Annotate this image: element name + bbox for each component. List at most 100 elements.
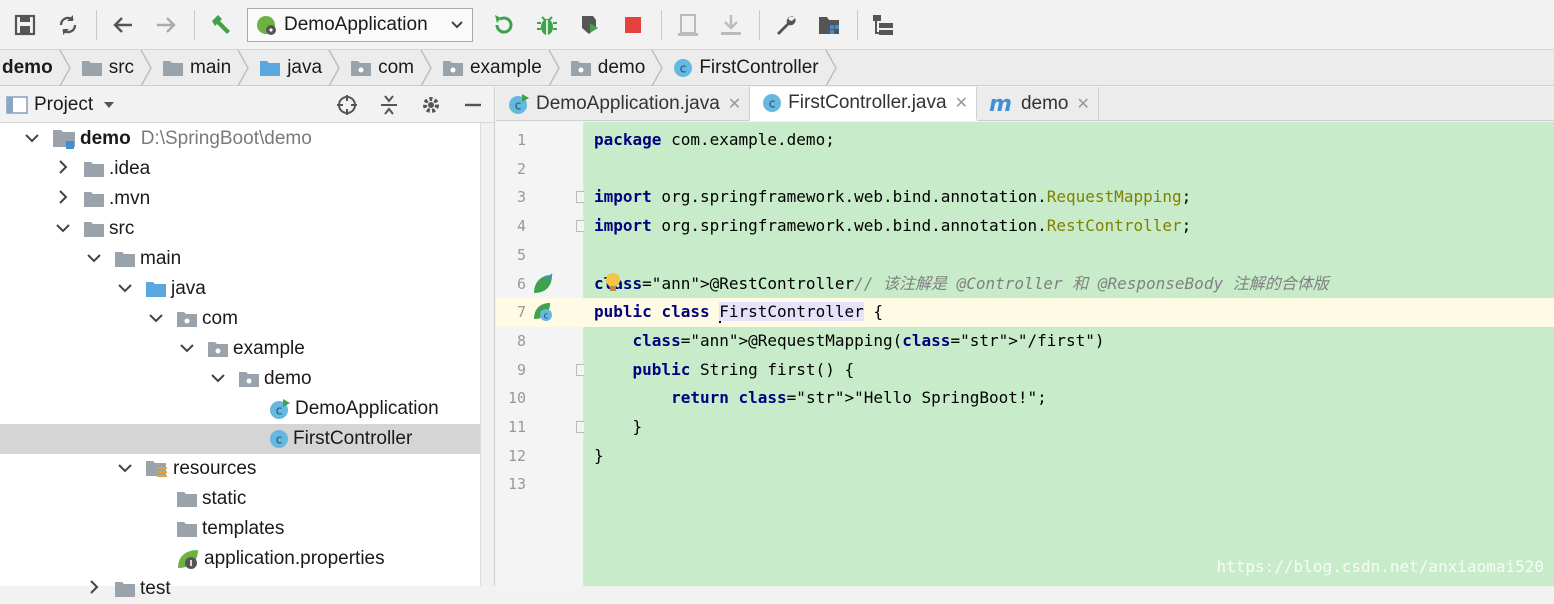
collapse-all-icon[interactable] xyxy=(378,94,400,116)
close-tab-icon[interactable]: ✕ xyxy=(955,93,968,113)
close-tab-icon[interactable]: ✕ xyxy=(728,94,741,114)
view-mode-dropdown-icon[interactable] xyxy=(103,100,115,110)
breadcrumb-label: main xyxy=(190,56,232,78)
line-number: 7 xyxy=(516,303,526,322)
tree-row-com[interactable]: com xyxy=(0,304,494,334)
project-structure-icon[interactable] xyxy=(812,8,846,42)
code-line[interactable]: return class="str">"Hello SpringBoot!"; xyxy=(594,384,1047,413)
build-hammer-icon[interactable] xyxy=(204,8,238,42)
run-configuration-select[interactable]: DemoApplication xyxy=(247,7,473,42)
chevron-right-icon[interactable] xyxy=(53,189,73,209)
tree-row-java[interactable]: java xyxy=(0,274,494,304)
breadcrumb-item-demo-module[interactable]: demo xyxy=(0,49,77,86)
tree-row-firstcontroller[interactable]: c FirstController xyxy=(0,424,494,454)
intention-bulb-icon[interactable] xyxy=(604,272,622,298)
project-view-icon xyxy=(6,95,28,114)
svg-text:c: c xyxy=(544,312,549,322)
debug-bug-icon[interactable] xyxy=(530,8,564,42)
tree-row-demoapplication[interactable]: c DemoApplication xyxy=(0,394,494,424)
breadcrumb-separator-icon xyxy=(825,49,837,86)
breadcrumb-item-main[interactable]: main xyxy=(158,49,255,86)
chevron-down-icon[interactable] xyxy=(208,370,228,388)
locate-target-icon[interactable] xyxy=(336,94,358,116)
code-editor[interactable]: https://blog.csdn.net/anxiaomai520 packa… xyxy=(584,122,1554,586)
folder-icon xyxy=(163,60,184,76)
rerun-icon[interactable] xyxy=(487,8,521,42)
code-line[interactable]: public class FirstController { xyxy=(594,298,883,327)
spring-class-icon[interactable]: c xyxy=(532,301,554,328)
tree-row--idea[interactable]: .idea xyxy=(0,154,494,184)
tree-row-example[interactable]: example xyxy=(0,334,494,364)
breadcrumb-item-demo-package[interactable]: demo xyxy=(566,49,670,86)
forward-icon[interactable] xyxy=(149,8,183,42)
settings-wrench-icon[interactable] xyxy=(769,8,803,42)
folder-icon xyxy=(83,190,105,208)
code-line[interactable]: package com.example.demo; xyxy=(594,126,835,155)
editor-tab-label: DemoApplication.java xyxy=(536,93,720,114)
tree-row-path-hint: D:\SpringBoot\demo xyxy=(140,128,312,149)
hide-panel-icon[interactable] xyxy=(462,94,484,116)
tree-row-label: example xyxy=(233,338,305,359)
vcs-update-icon[interactable] xyxy=(671,8,705,42)
tree-row-static[interactable]: static xyxy=(0,484,494,514)
code-line[interactable]: class="ann">@RequestMapping(class="str">… xyxy=(594,327,1105,356)
chevron-right-icon[interactable] xyxy=(53,159,73,179)
breadcrumb-item-com[interactable]: com xyxy=(346,49,438,86)
tree-row-src[interactable]: src xyxy=(0,214,494,244)
editor-tab-firstcontroller-java[interactable]: c FirstController.java ✕ xyxy=(750,87,977,121)
chevron-down-icon[interactable] xyxy=(53,220,73,238)
chevron-down-icon[interactable] xyxy=(146,310,166,328)
breadcrumb-separator-icon xyxy=(140,49,152,86)
chevron-down-icon[interactable] xyxy=(115,280,135,298)
line-number: 6 xyxy=(516,274,526,293)
tree-row-demo[interactable]: demo xyxy=(0,364,494,394)
svg-text:m: m xyxy=(989,94,1012,114)
chevron-down-icon[interactable] xyxy=(115,460,135,478)
tree-row--mvn[interactable]: .mvn xyxy=(0,184,494,214)
tree-row-resources[interactable]: resources xyxy=(0,454,494,484)
breadcrumb-item-firstcontroller[interactable]: c FirstController xyxy=(669,49,842,86)
close-tab-icon[interactable]: ✕ xyxy=(1077,94,1090,114)
tree-row-test[interactable]: test xyxy=(0,574,494,604)
breadcrumb-item-java[interactable]: java xyxy=(255,49,346,86)
editor-tabs: c DemoApplication.java ✕ c FirstController.j… xyxy=(496,87,1554,121)
editor-tab-demo[interactable]: m demo ✕ xyxy=(977,87,1099,121)
chevron-down-icon xyxy=(451,20,463,28)
breadcrumb-separator-icon xyxy=(651,49,664,86)
project-tree-scrollbar[interactable] xyxy=(480,123,494,586)
save-all-icon[interactable] xyxy=(8,8,42,42)
code-line[interactable]: import org.springframework.web.bind.anno… xyxy=(594,183,1191,212)
back-icon[interactable] xyxy=(106,8,140,42)
chevron-down-icon[interactable] xyxy=(84,250,104,268)
breadcrumb-label: demo xyxy=(597,56,646,78)
chevron-down-icon[interactable] xyxy=(22,130,42,148)
tree-row-templates[interactable]: templates xyxy=(0,514,494,544)
spring-bean-icon[interactable] xyxy=(532,273,554,300)
tree-row-demo[interactable]: demo D:\SpringBoot\demo xyxy=(0,124,494,154)
code-line[interactable]: class="ann">@RestController// 该注解是 @Cont… xyxy=(594,270,1329,299)
breadcrumb-label: example xyxy=(469,56,542,78)
toolbar-separator xyxy=(661,9,662,40)
breadcrumb-item-example[interactable]: example xyxy=(438,49,566,86)
tree-row-main[interactable]: main xyxy=(0,244,494,274)
project-panel-title[interactable]: Project xyxy=(34,94,93,116)
breadcrumb-separator-icon xyxy=(328,49,340,86)
toolbar-separator xyxy=(857,9,858,40)
chevron-down-icon[interactable] xyxy=(177,340,197,358)
breadcrumb-item-src[interactable]: src xyxy=(77,49,158,86)
sdk-structure-icon[interactable] xyxy=(867,8,901,42)
stop-icon[interactable] xyxy=(616,8,650,42)
gear-icon[interactable] xyxy=(420,94,442,116)
code-line[interactable]: } xyxy=(594,413,643,442)
editor-tab-demoapplication-java[interactable]: c DemoApplication.java ✕ xyxy=(496,87,751,121)
code-line[interactable]: } xyxy=(594,442,604,471)
run-with-coverage-icon[interactable] xyxy=(573,8,607,42)
chevron-right-icon[interactable] xyxy=(84,579,104,599)
class-icon: c xyxy=(674,58,693,77)
code-line[interactable]: public String first() { xyxy=(594,356,855,385)
tree-row-application-properties[interactable]: application.properties xyxy=(0,544,494,574)
code-line[interactable]: import org.springframework.web.bind.anno… xyxy=(594,212,1191,241)
vcs-commit-icon[interactable] xyxy=(714,8,748,42)
synchronize-icon[interactable] xyxy=(51,8,85,42)
package-icon xyxy=(238,370,260,388)
